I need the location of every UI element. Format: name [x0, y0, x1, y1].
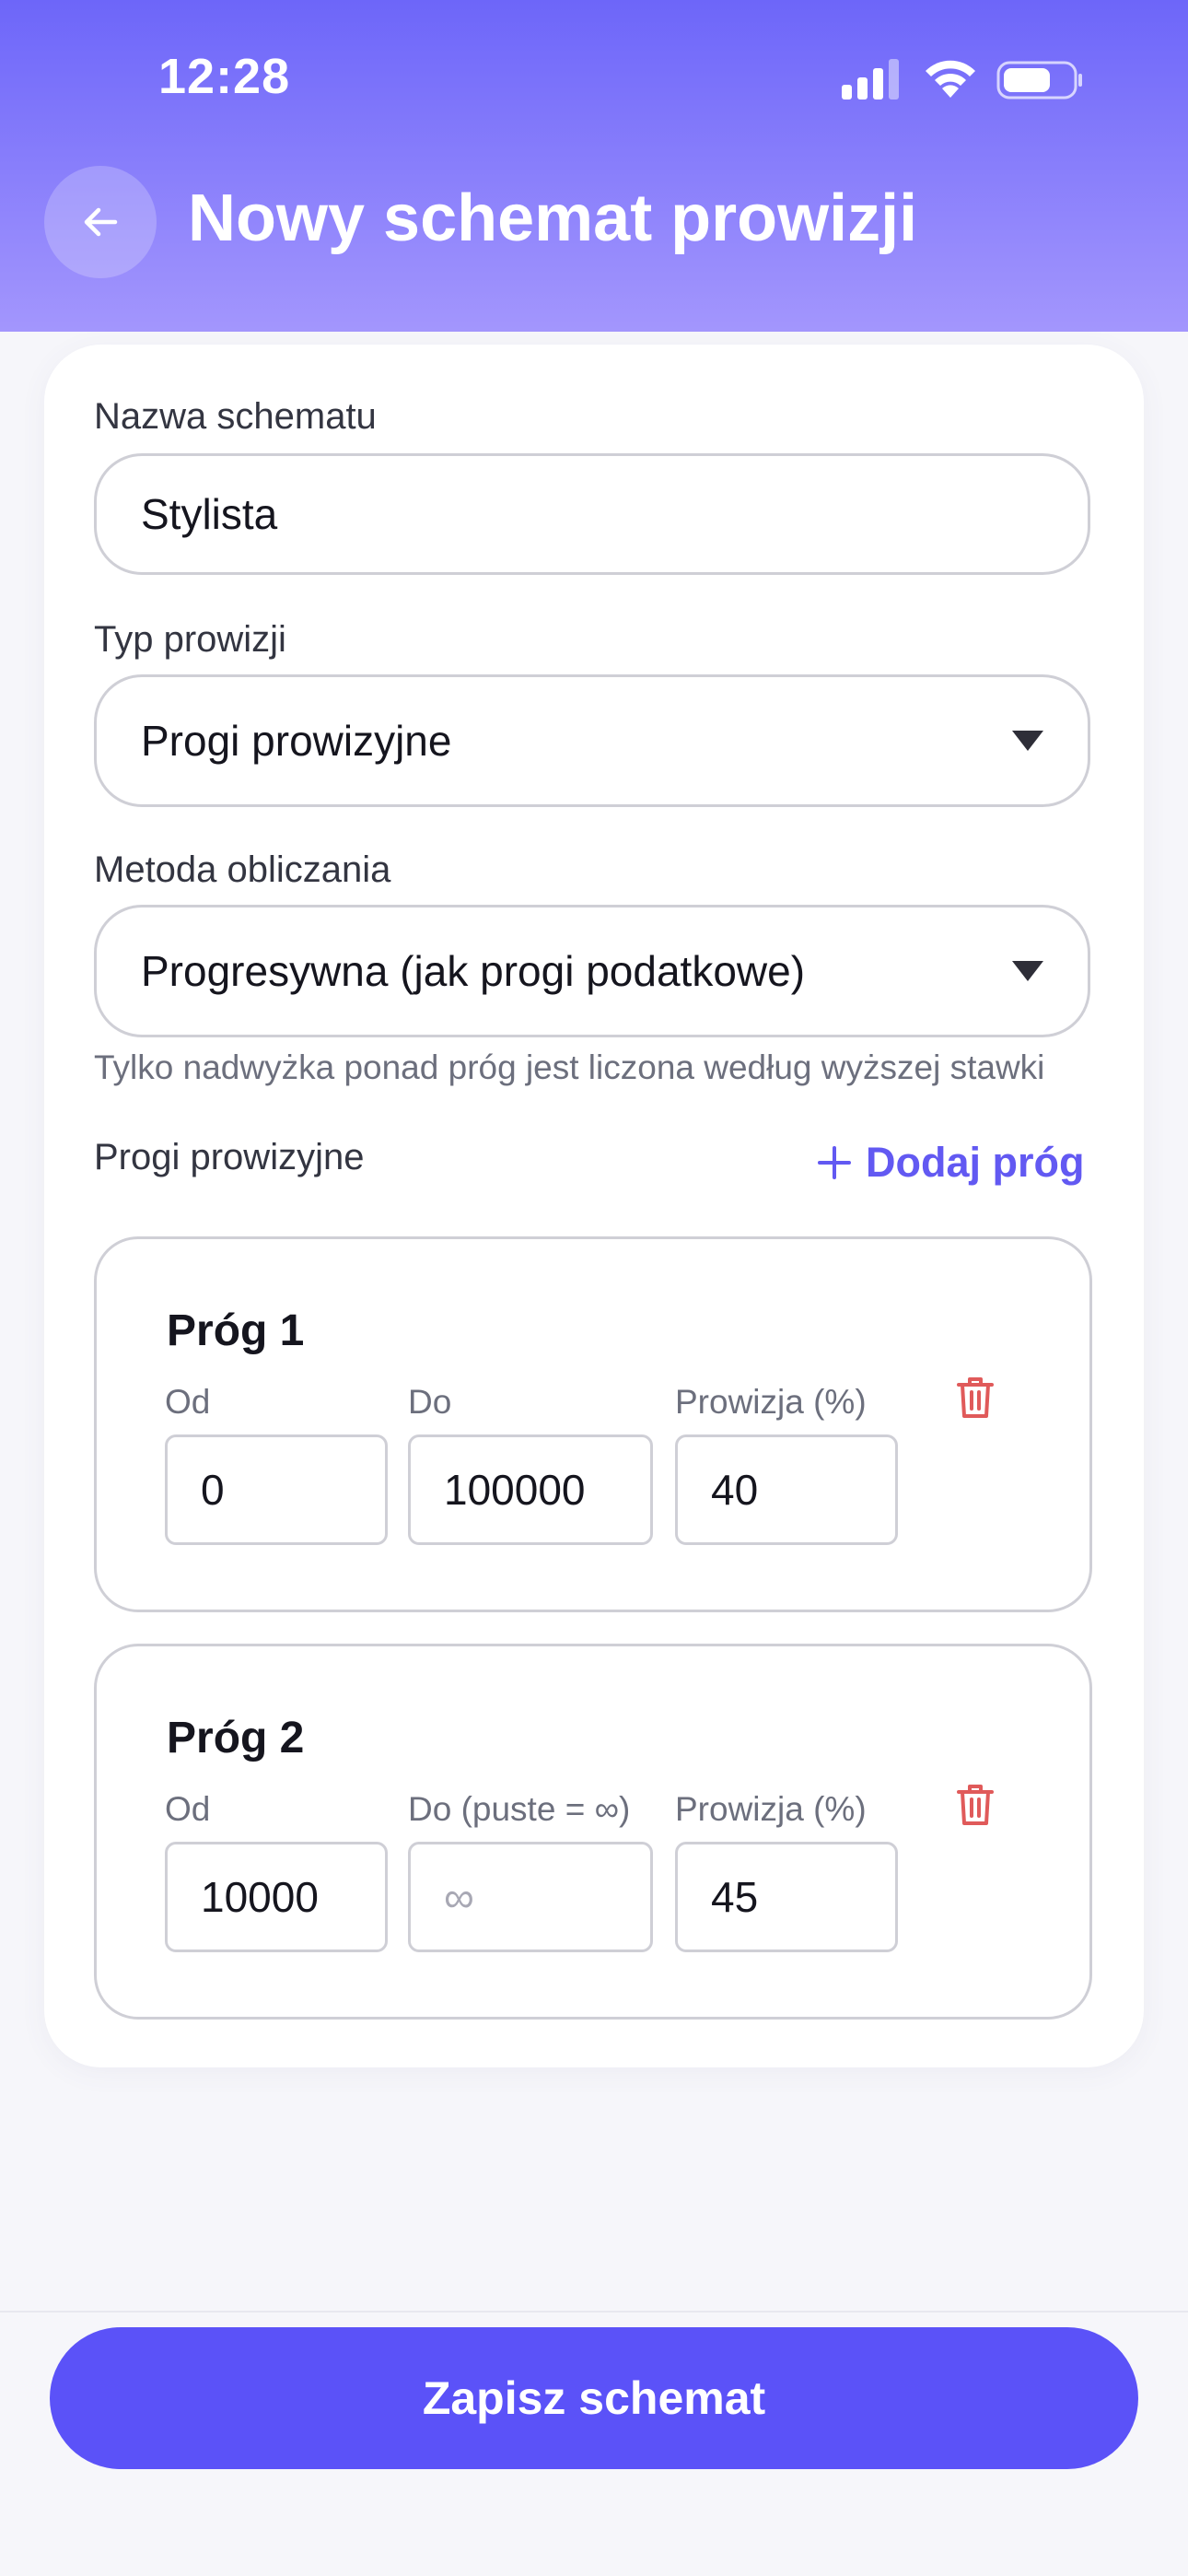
add-tier-label: Dodaj próg — [866, 1139, 1085, 1186]
commission-label: Prowizja (%) — [675, 1383, 867, 1421]
tiers-section-label: Progi prowizyjne — [94, 1137, 365, 1177]
calculation-method-select[interactable]: Progresywna (jak progi podatkowe) — [94, 905, 1090, 1037]
status-icons — [842, 59, 1082, 100]
scheme-name-value: Stylista — [141, 490, 278, 538]
add-tier-button[interactable]: Dodaj próg — [816, 1139, 1084, 1187]
tier-from-input[interactable]: 0 — [165, 1434, 388, 1545]
tier-to-input[interactable]: 100000 — [408, 1434, 653, 1545]
tier-from-input[interactable]: 10000 — [165, 1842, 388, 1952]
cellular-signal-icon — [842, 59, 899, 100]
battery-icon — [996, 61, 1082, 100]
tier-commission-input[interactable]: 45 — [675, 1842, 898, 1952]
plus-icon — [818, 1146, 851, 1179]
tier-commission-input[interactable]: 40 — [675, 1434, 898, 1545]
to-label: Do (puste = ∞) — [408, 1790, 631, 1828]
tier-to-input[interactable]: ∞ — [408, 1842, 653, 1952]
to-label: Do — [408, 1383, 452, 1421]
form-card: Nazwa schematu Stylista Typ prowizji Pro… — [44, 345, 1144, 2067]
tier-card: Próg 2 Od Do (puste = ∞) Prowizja (%) 10… — [94, 1644, 1092, 2020]
dropdown-caret-icon — [1012, 731, 1043, 751]
name-label: Nazwa schematu — [94, 396, 377, 437]
back-button[interactable] — [44, 166, 157, 278]
method-helper-text: Tylko nadwyżka ponad próg jest liczona w… — [94, 1048, 1045, 1086]
tier-title: Próg 2 — [167, 1714, 305, 1762]
commission-label: Prowizja (%) — [675, 1790, 867, 1828]
commission-type-value: Progi prowizyjne — [141, 717, 452, 765]
dropdown-caret-icon — [1012, 961, 1043, 981]
arrow-left-icon — [84, 207, 118, 237]
scheme-name-input[interactable]: Stylista — [94, 453, 1090, 575]
trash-icon[interactable] — [953, 1781, 997, 1829]
page-title: Nowy schemat prowizji — [188, 181, 918, 255]
app-header: 12:28 Nowy schemat prowizji — [0, 0, 1188, 332]
tier-card: Próg 1 Od Do Prowizja (%) 0 100000 40 — [94, 1236, 1092, 1612]
type-label: Typ prowizji — [94, 619, 286, 660]
commission-type-select[interactable]: Progi prowizyjne — [94, 674, 1090, 807]
status-time: 12:28 — [158, 49, 291, 104]
trash-icon[interactable] — [953, 1374, 997, 1422]
method-label: Metoda obliczania — [94, 849, 391, 890]
tier-title: Próg 1 — [167, 1306, 305, 1355]
wifi-icon — [926, 60, 975, 98]
tier-to-placeholder: ∞ — [444, 1873, 474, 1921]
footer-divider — [0, 2311, 1188, 2313]
save-scheme-button[interactable]: Zapisz schemat — [50, 2327, 1138, 2469]
from-label: Od — [165, 1383, 211, 1421]
calculation-method-value: Progresywna (jak progi podatkowe) — [141, 947, 806, 995]
from-label: Od — [165, 1790, 211, 1828]
